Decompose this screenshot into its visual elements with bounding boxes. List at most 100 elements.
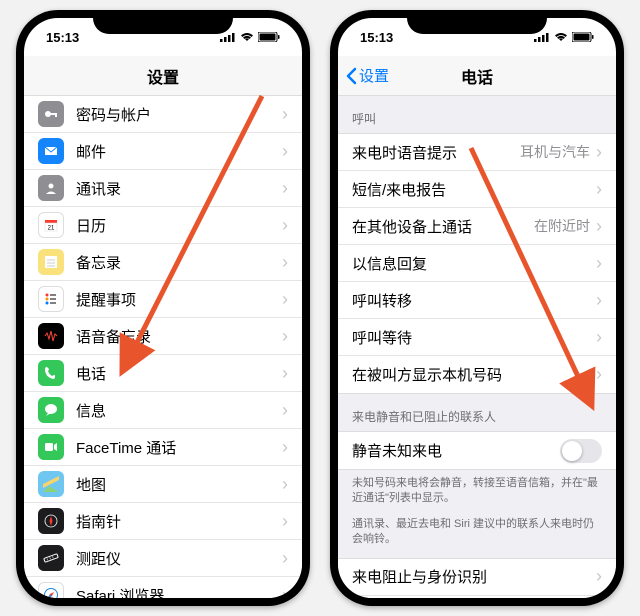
settings-row-measure[interactable]: 测距仪 › [24,540,302,577]
block-row[interactable]: 来电阻止与身份识别 › [338,559,616,596]
call-row[interactable]: 呼叫等待 › [338,319,616,356]
silence-unknown-row[interactable]: 静音未知来电 [338,432,616,469]
row-label: FaceTime 通话 [76,437,276,458]
chevron-right-icon: › [282,437,288,458]
silence-unknown-toggle[interactable] [560,439,602,463]
row-label: 语音备忘录 [76,326,276,347]
call-row[interactable]: 呼叫转移 › [338,282,616,319]
chevron-right-icon: › [282,178,288,199]
section-header-silence: 来电静音和已阻止的联系人 [338,394,616,431]
section-header-call: 呼叫 [338,96,616,133]
call-row[interactable]: 来电时语音提示 耳机与汽车 › [338,134,616,171]
settings-row-voice[interactable]: 语音备忘录 › [24,318,302,355]
row-label: 地图 [76,474,276,495]
call-row[interactable]: 短信/来电报告 › [338,171,616,208]
call-row[interactable]: 以信息回复 › [338,245,616,282]
settings-row-compass[interactable]: 指南针 › [24,503,302,540]
notch [407,10,547,34]
screen-left: 15:13 设置 密码与帐户 › 邮件 › 通讯录 ›21 日历 › 备忘录 ›… [24,18,302,598]
safari-icon [38,582,64,598]
row-label: 邮件 [76,141,276,162]
chevron-right-icon: › [282,363,288,384]
chevron-right-icon: › [596,566,602,587]
chevron-right-icon: › [282,511,288,532]
chevron-left-icon [346,67,357,85]
row-label: 以信息回复 [352,253,590,274]
chevron-right-icon: › [596,142,602,163]
row-label: 在被叫方显示本机号码 [352,364,590,385]
signal-icon [220,32,236,42]
row-label: 呼叫转移 [352,290,590,311]
row-value: 耳机与汽车 [520,142,590,162]
row-label: 日历 [76,215,276,236]
phone-frame-right: 15:13 设置 电话 呼叫 来电时语音提示 耳机与汽车 ›短信/来电报告 ›在… [330,10,624,606]
phone-settings-list[interactable]: 呼叫 来电时语音提示 耳机与汽车 ›短信/来电报告 ›在其他设备上通话 在附近时… [338,96,616,598]
status-icons [534,32,594,42]
wifi-icon [240,32,254,42]
maps-icon [38,471,64,497]
status-time: 15:13 [360,30,393,45]
phone-icon [38,360,64,386]
page-title: 电话 [461,64,493,88]
settings-row-messages[interactable]: 信息 › [24,392,302,429]
row-label: Safari 浏览器 [76,585,276,599]
settings-row-reminders[interactable]: 提醒事项 › [24,281,302,318]
chevron-right-icon: › [282,474,288,495]
chevron-right-icon: › [282,326,288,347]
settings-row-contacts[interactable]: 通讯录 › [24,170,302,207]
settings-row-mail[interactable]: 邮件 › [24,133,302,170]
chevron-right-icon: › [282,215,288,236]
compass-icon [38,508,64,534]
settings-row-notes[interactable]: 备忘录 › [24,244,302,281]
row-value: 在附近时 [534,216,590,236]
phone-frame-left: 15:13 设置 密码与帐户 › 邮件 › 通讯录 ›21 日历 › 备忘录 ›… [16,10,310,606]
chevron-right-icon: › [282,252,288,273]
silence-footer-2: 通讯录、最近去电和 Siri 建议中的联系人来电时仍会响铃。 [338,517,616,558]
call-row[interactable]: 在被叫方显示本机号码 › [338,356,616,393]
settings-row-calendar[interactable]: 21 日历 › [24,207,302,244]
row-label: 静音未知来电 [352,440,560,461]
battery-icon [258,32,280,42]
messages-icon [38,397,64,423]
notes-icon [38,249,64,275]
silence-group: 静音未知来电 [338,431,616,470]
voice-icon [38,323,64,349]
row-label: 指南针 [76,511,276,532]
row-label: 密码与帐户 [76,104,276,125]
chevron-right-icon: › [596,216,602,237]
notch [93,10,233,34]
back-button[interactable]: 设置 [346,65,389,86]
calendar-icon: 21 [38,212,64,238]
settings-list[interactable]: 密码与帐户 › 邮件 › 通讯录 ›21 日历 › 备忘录 › 提醒事项 › 语… [24,96,302,598]
settings-row-maps[interactable]: 地图 › [24,466,302,503]
settings-row-key[interactable]: 密码与帐户 › [24,96,302,133]
header-left: 设置 [24,56,302,96]
row-label: 来电阻止与身份识别 [352,566,590,587]
chevron-right-icon: › [282,141,288,162]
row-label: 来电时语音提示 [352,142,520,163]
block-group: 来电阻止与身份识别 ›已阻止的联系人 › [338,558,616,598]
contacts-icon [38,175,64,201]
row-label: 通讯录 [76,178,276,199]
status-time: 15:13 [46,30,79,45]
row-label: 测距仪 [76,548,276,569]
settings-row-safari[interactable]: Safari 浏览器 › [24,577,302,598]
chevron-right-icon: › [282,104,288,125]
battery-icon [572,32,594,42]
settings-row-phone[interactable]: 电话 › [24,355,302,392]
row-label: 提醒事项 [76,289,276,310]
screen-right: 15:13 设置 电话 呼叫 来电时语音提示 耳机与汽车 ›短信/来电报告 ›在… [338,18,616,598]
header-right: 设置 电话 [338,56,616,96]
status-icons [220,32,280,42]
back-label: 设置 [359,65,389,86]
facetime-icon [38,434,64,460]
signal-icon [534,32,550,42]
chevron-right-icon: › [596,179,602,200]
block-row[interactable]: 已阻止的联系人 › [338,596,616,598]
chevron-right-icon: › [282,585,288,599]
call-row[interactable]: 在其他设备上通话 在附近时 › [338,208,616,245]
key-icon [38,101,64,127]
row-label: 呼叫等待 [352,327,590,348]
row-label: 信息 [76,400,276,421]
settings-row-facetime[interactable]: FaceTime 通话 › [24,429,302,466]
